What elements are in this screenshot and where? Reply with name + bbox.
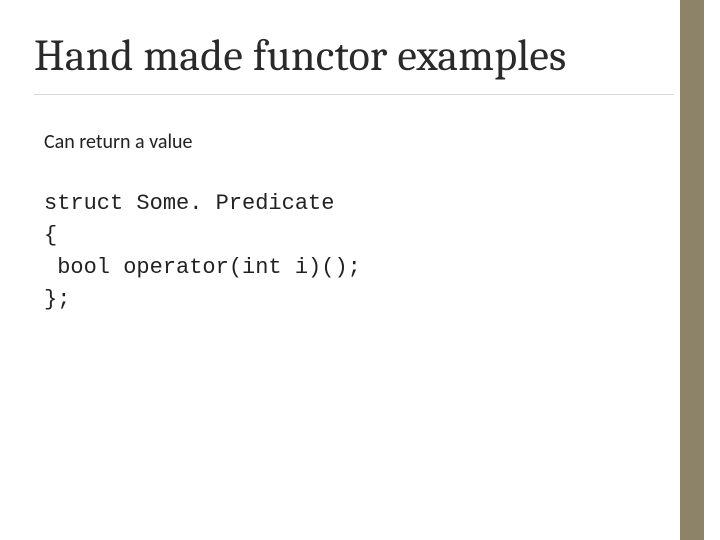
code-line: struct Some. Predicate (44, 191, 334, 216)
slide-subtitle: Can return a value (44, 130, 193, 154)
code-block: struct Some. Predicate { bool operator(i… (44, 188, 361, 316)
slide: Hand made functor examples Can return a … (0, 0, 720, 540)
title-underline (34, 94, 674, 95)
code-line: }; (44, 287, 70, 312)
accent-bar (680, 0, 704, 540)
code-line: bool operator(int i)(); (44, 255, 361, 280)
slide-title: Hand made functor examples (34, 30, 566, 81)
code-line: { (44, 223, 57, 248)
